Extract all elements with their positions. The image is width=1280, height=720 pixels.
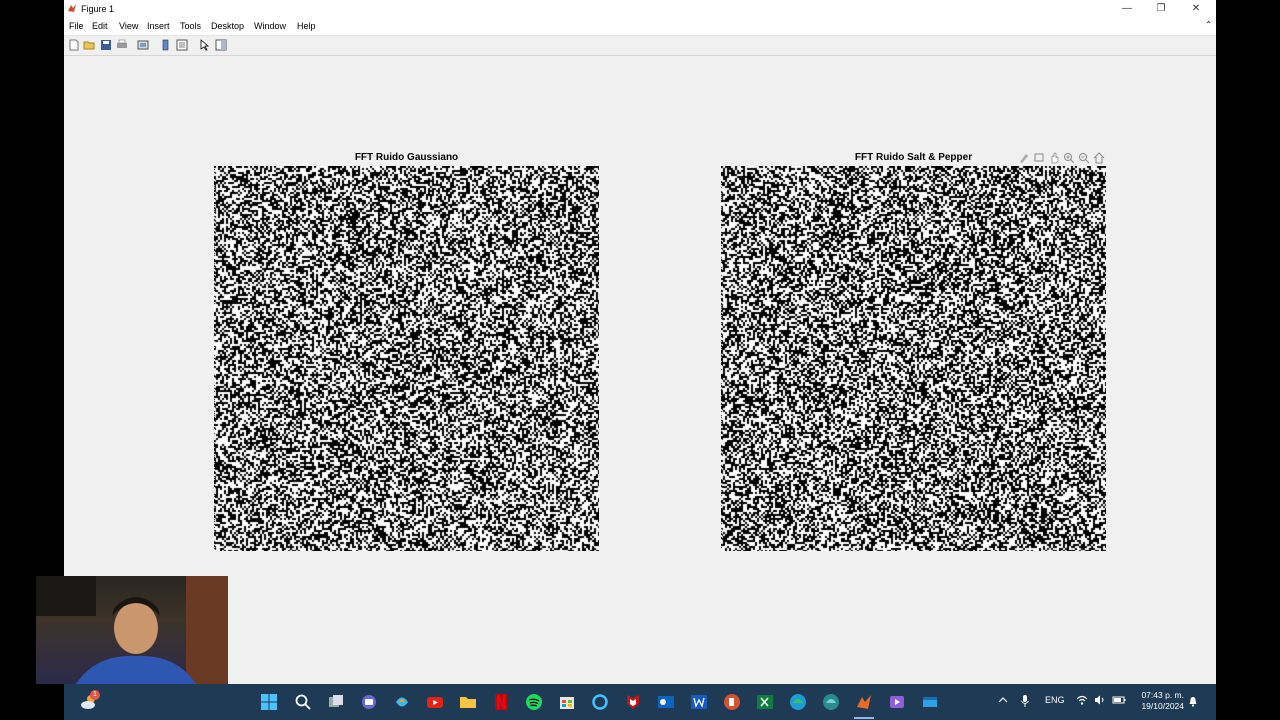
menu-window[interactable]: Window bbox=[254, 21, 286, 31]
menu-file[interactable]: File bbox=[69, 21, 84, 31]
matlab-app-icon bbox=[67, 3, 77, 13]
weather-badge: 1 bbox=[90, 690, 100, 700]
zoom-in-icon[interactable] bbox=[1063, 152, 1075, 164]
close-button[interactable]: ✕ bbox=[1179, 0, 1213, 18]
clock-date: 19/10/2024 bbox=[1141, 701, 1184, 711]
chat-icon[interactable] bbox=[360, 693, 378, 711]
store-icon[interactable] bbox=[558, 693, 576, 711]
insert-colorbar-icon[interactable] bbox=[160, 39, 172, 51]
outlook-icon[interactable] bbox=[657, 693, 675, 711]
app-icon[interactable] bbox=[921, 693, 939, 711]
presenter-video-icon bbox=[36, 576, 228, 684]
edge-beta-icon[interactable] bbox=[822, 693, 840, 711]
matlab-figure-window: Figure 1 — ❐ ✕ File Edit View Insert Too… bbox=[64, 0, 1216, 684]
link-plot-icon[interactable] bbox=[137, 39, 149, 51]
window-title: Figure 1 bbox=[81, 4, 115, 14]
powerpoint-icon[interactable] bbox=[723, 693, 741, 711]
figure-toolbar bbox=[64, 36, 1216, 56]
spotify-icon[interactable] bbox=[525, 693, 543, 711]
menu-edit[interactable]: Edit bbox=[92, 21, 108, 31]
menu-tools[interactable]: Tools bbox=[180, 21, 201, 31]
microphone-icon[interactable] bbox=[1020, 695, 1030, 709]
show-hidden-icons-icon[interactable] bbox=[998, 695, 1008, 707]
volume-icon[interactable] bbox=[1094, 695, 1106, 707]
restore-button[interactable]: ❐ bbox=[1144, 0, 1178, 18]
edit-plot-icon[interactable] bbox=[199, 39, 211, 51]
menu-insert[interactable]: Insert bbox=[147, 21, 170, 31]
matlab-icon[interactable] bbox=[855, 693, 873, 711]
minimize-button[interactable]: — bbox=[1110, 0, 1144, 18]
excel-icon[interactable] bbox=[756, 693, 774, 711]
cortana-icon[interactable] bbox=[591, 693, 609, 711]
print-icon[interactable] bbox=[116, 39, 128, 51]
netflix-icon[interactable] bbox=[492, 693, 510, 711]
webcam-overlay bbox=[36, 576, 228, 684]
collapse-toolbar-icon[interactable]: ⌃ bbox=[1205, 20, 1212, 29]
home-icon[interactable] bbox=[1093, 152, 1105, 164]
save-icon[interactable] bbox=[100, 39, 112, 51]
wifi-icon[interactable] bbox=[1076, 695, 1088, 707]
youtube-icon[interactable] bbox=[426, 693, 444, 711]
fft-salt-pepper-noise-image[interactable] bbox=[721, 166, 1106, 551]
menu-desktop[interactable]: Desktop bbox=[211, 21, 244, 31]
copilot-icon[interactable] bbox=[393, 693, 411, 711]
open-file-icon[interactable] bbox=[83, 39, 95, 51]
word-icon[interactable] bbox=[690, 693, 708, 711]
search-icon[interactable] bbox=[294, 693, 312, 711]
start-icon[interactable] bbox=[260, 693, 278, 711]
brush-icon[interactable] bbox=[1018, 152, 1030, 164]
windows-taskbar: 1 ENG 07:43 p. m. 19/10/2024 bbox=[64, 684, 1216, 720]
pan-icon[interactable] bbox=[1048, 152, 1060, 164]
property-inspector-icon[interactable] bbox=[215, 39, 227, 51]
menu-view[interactable]: View bbox=[119, 21, 138, 31]
clock-time: 07:43 p. m. bbox=[1141, 690, 1184, 700]
language-indicator[interactable]: ENG bbox=[1045, 695, 1065, 705]
edge-icon[interactable] bbox=[789, 693, 807, 711]
insert-legend-icon[interactable] bbox=[176, 39, 188, 51]
file-explorer-icon[interactable] bbox=[459, 693, 477, 711]
mcafee-icon[interactable] bbox=[624, 693, 642, 711]
battery-icon[interactable] bbox=[1112, 695, 1126, 707]
task-view-icon[interactable] bbox=[327, 693, 345, 711]
zoom-out-icon[interactable] bbox=[1078, 152, 1090, 164]
new-figure-icon[interactable] bbox=[68, 39, 80, 51]
title-bar: Figure 1 — ❐ ✕ bbox=[64, 0, 1216, 18]
menu-bar: File Edit View Insert Tools Desktop Wind… bbox=[64, 18, 1216, 36]
fft-gaussian-noise-image[interactable] bbox=[214, 166, 599, 551]
video-editor-icon[interactable] bbox=[888, 693, 906, 711]
datatip-icon[interactable] bbox=[1033, 152, 1045, 164]
right-letterbox bbox=[1216, 0, 1280, 720]
notifications-bell-icon[interactable] bbox=[1188, 695, 1198, 709]
system-clock[interactable]: 07:43 p. m. 19/10/2024 bbox=[1141, 690, 1184, 712]
matlab-active-indicator bbox=[854, 717, 874, 719]
menu-help[interactable]: Help bbox=[297, 21, 316, 31]
plot-title-gaussian: FFT Ruido Gaussiano bbox=[354, 152, 459, 163]
